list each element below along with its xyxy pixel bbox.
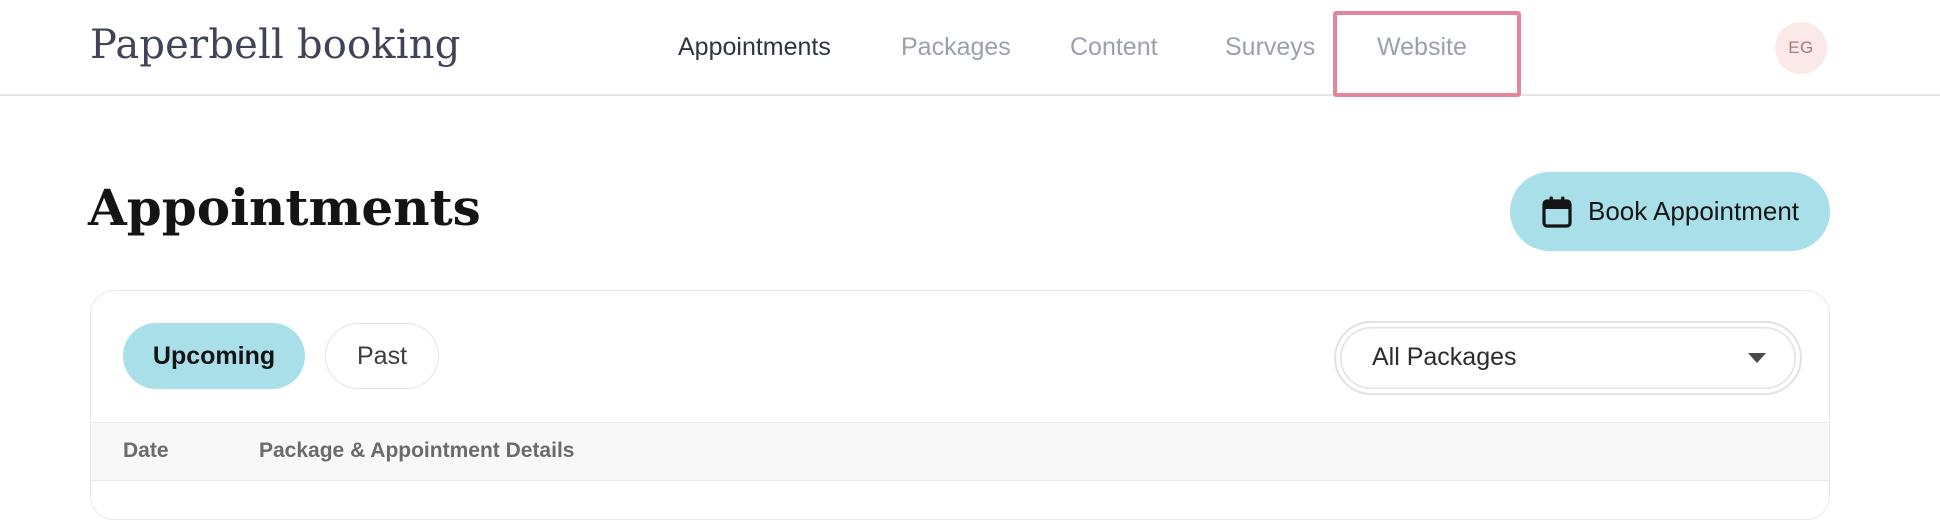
nav-item-content[interactable]: Content [1070,33,1158,62]
column-header-date: Date [123,439,169,462]
top-navigation-bar: Paperbell booking Appointments Packages … [0,0,1940,97]
caret-down-icon [1748,353,1766,363]
user-avatar[interactable]: EG [1775,22,1827,74]
main-nav: Appointments Packages Content Surveys We… [0,0,1940,97]
nav-item-surveys[interactable]: Surveys [1225,33,1315,62]
book-appointment-label: Book Appointment [1588,196,1800,226]
nav-item-packages[interactable]: Packages [901,33,1011,62]
package-filter-value: All Packages [1372,343,1517,371]
nav-item-appointments[interactable]: Appointments [678,33,831,62]
book-appointment-button[interactable]: Book Appointment [1510,172,1830,251]
calendar-icon [1542,196,1572,228]
nav-item-website-highlight-box [1333,11,1521,97]
page-title: Appointments [88,178,481,237]
appointments-table-header: Date Package & Appointment Details [91,422,1829,481]
package-filter-select[interactable]: All Packages [1334,321,1802,395]
tab-past[interactable]: Past [325,323,439,389]
tab-upcoming[interactable]: Upcoming [123,323,305,389]
column-header-details: Package & Appointment Details [259,439,575,462]
appointments-card: Upcoming Past All Packages Date Package … [90,290,1830,520]
